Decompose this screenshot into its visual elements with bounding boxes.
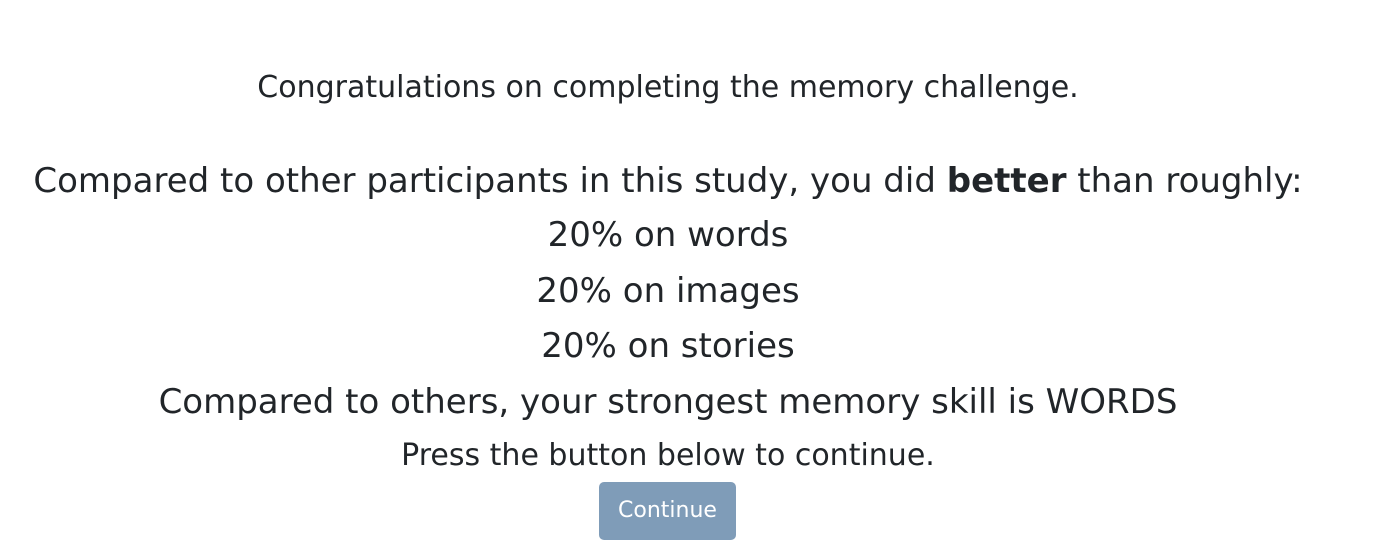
continue-instruction: Press the button below to continue. — [401, 438, 935, 473]
comparison-prefix: Compared to other participants in this s… — [33, 161, 947, 201]
score-words: 20% on words — [547, 215, 789, 255]
comparison-intro: Compared to other participants in this s… — [0, 157, 1336, 205]
score-images: 20% on images — [536, 271, 800, 311]
strongest-skill-message: Compared to others, your strongest memor… — [158, 382, 1178, 422]
continue-button[interactable]: Continue — [599, 482, 736, 540]
comparison-emphasis: better — [946, 161, 1067, 201]
comparison-suffix: than roughly: — [1066, 161, 1303, 201]
score-stories: 20% on stories — [541, 326, 795, 366]
congratulations-message: Congratulations on completing the memory… — [257, 70, 1079, 105]
